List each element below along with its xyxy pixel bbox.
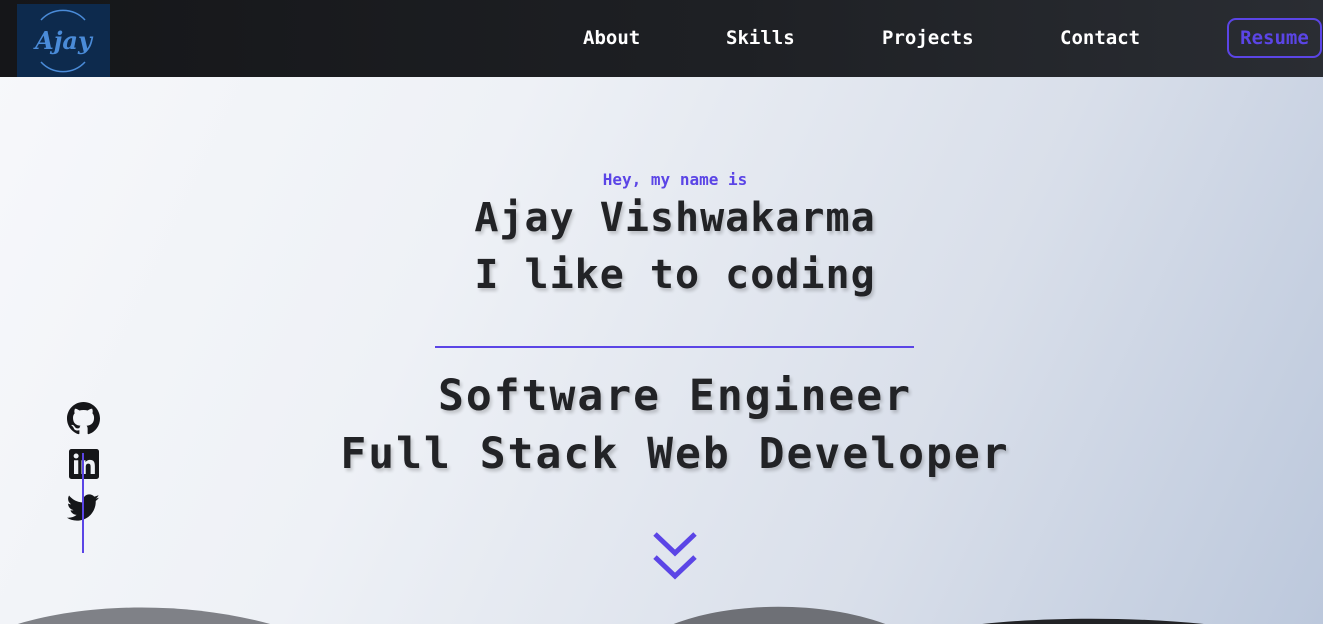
nav-link-contact[interactable]: Contact <box>1060 27 1140 49</box>
navbar: Ajay About Skills Projects Contact Resum… <box>0 0 1323 77</box>
hero-divider <box>435 346 914 348</box>
nav-link-about[interactable]: About <box>583 27 640 49</box>
nav-link-projects[interactable]: Projects <box>882 27 974 49</box>
hero-greeting: Hey, my name is <box>602 170 748 189</box>
hero-role-2: Full Stack Web Developer <box>340 429 1010 479</box>
github-icon[interactable] <box>66 401 101 436</box>
hero-name: Ajay Vishwakarma <box>474 195 876 241</box>
logo-text: Ajay <box>35 26 92 55</box>
hero-role-1: Software Engineer <box>437 371 913 421</box>
bottom-wave-decoration <box>18 606 1204 624</box>
resume-button[interactable]: Resume <box>1227 18 1322 58</box>
nav-link-skills[interactable]: Skills <box>726 27 795 49</box>
hero-tagline: I like to coding <box>474 252 876 298</box>
site-logo[interactable]: Ajay <box>17 4 110 77</box>
